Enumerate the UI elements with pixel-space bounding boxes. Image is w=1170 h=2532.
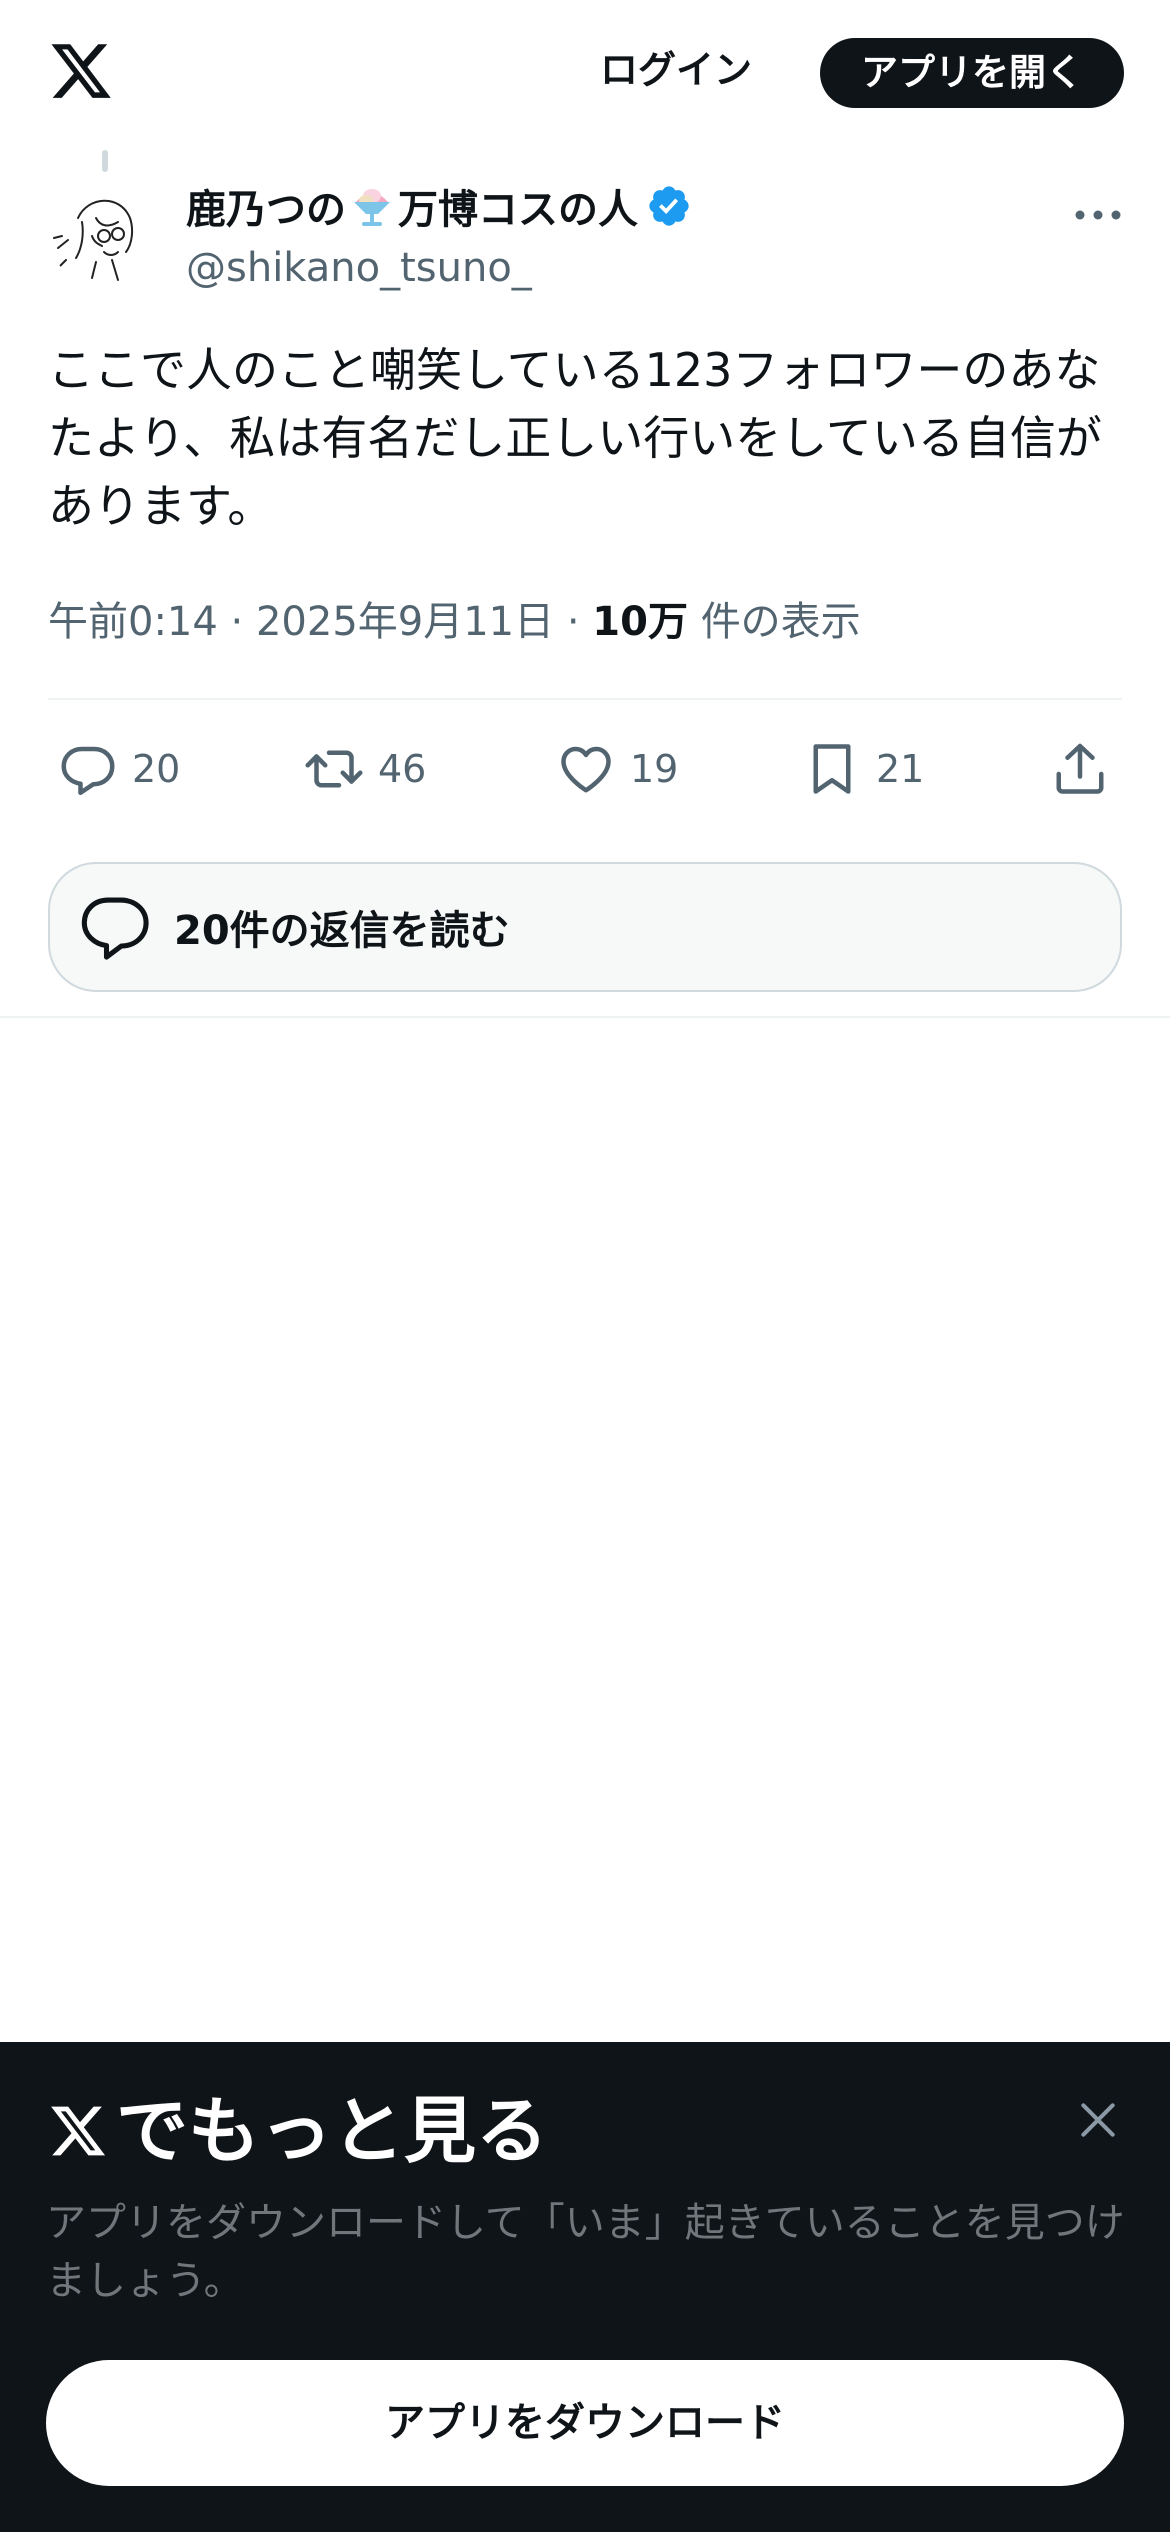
app-promo-sheet: でもっと見る アプリをダウンロードして「いま」起きていることを見つけましょう。 … xyxy=(0,2042,1170,2532)
repost-count: 46 xyxy=(378,747,427,791)
display-name-row[interactable]: 鹿乃つの 万博コスの人 xyxy=(186,176,692,236)
bookmark-count: 21 xyxy=(876,747,925,791)
tweet-date[interactable]: 2025年9月11日 xyxy=(256,599,554,645)
reply-count: 20 xyxy=(132,747,181,791)
bookmark-icon xyxy=(813,744,851,794)
views-label: 件の表示 xyxy=(700,599,861,645)
speech-bubble-icon xyxy=(81,897,149,960)
parfait-emoji-icon xyxy=(354,189,390,226)
display-name-part2: 万博コスの人 xyxy=(398,187,638,233)
read-replies-label: 20件の返信を読む xyxy=(174,908,510,954)
x-logo-icon xyxy=(51,2106,106,2156)
verified-badge-icon xyxy=(649,186,689,226)
display-name-part1: 鹿乃つの xyxy=(186,187,346,233)
user-handle[interactable]: @shikano_tsuno_ xyxy=(186,240,532,296)
login-link[interactable]: ログイン xyxy=(600,42,752,98)
download-app-button[interactable]: アプリをダウンロード xyxy=(46,2360,1124,2486)
close-icon[interactable] xyxy=(1076,2098,1120,2142)
sheet-title-row: でもっと見る xyxy=(46,2086,548,2176)
meta-separator: · xyxy=(230,599,244,645)
x-logo-icon[interactable] xyxy=(46,38,116,104)
sheet-title: でもっと見る xyxy=(116,2089,549,2173)
more-options-icon[interactable] xyxy=(1070,200,1126,230)
thread-line xyxy=(102,150,108,172)
avatar[interactable] xyxy=(48,178,156,286)
bookmark-button[interactable]: 21 xyxy=(802,734,924,804)
read-replies-button[interactable]: 20件の返信を読む xyxy=(48,862,1122,992)
views-count: 10万 xyxy=(592,599,688,645)
share-button[interactable] xyxy=(1050,734,1124,804)
sheet-subtitle: アプリをダウンロードして「いま」起きていることを見つけましょう。 xyxy=(46,2200,1125,2304)
top-bar: ログイン アプリを開く xyxy=(0,0,1170,140)
tweet-time[interactable]: 午前0:14 xyxy=(48,599,218,645)
divider xyxy=(48,698,1122,700)
like-button[interactable]: 19 xyxy=(556,734,678,804)
divider xyxy=(0,1016,1170,1018)
tweet-meta: 午前0:14 · 2025年9月11日 · 10万 件の表示 xyxy=(48,590,861,654)
share-icon xyxy=(1056,743,1104,794)
page: ログイン アプリを開く 鹿乃つの 万博コスの人 @shikano_tsuno_ … xyxy=(0,0,1170,2532)
meta-separator: · xyxy=(566,599,580,645)
repost-icon xyxy=(305,750,363,788)
open-app-button[interactable]: アプリを開く xyxy=(820,38,1124,108)
reply-button[interactable]: 20 xyxy=(58,734,180,804)
avatar-sketch-icon xyxy=(53,199,134,281)
heart-icon xyxy=(561,746,611,793)
like-count: 19 xyxy=(630,747,679,791)
repost-button[interactable]: 46 xyxy=(304,734,426,804)
tweet-text: ここで人のこと嘲笑している123フォロワーのあなたより、私は有名だし正しい行いを… xyxy=(48,343,1102,533)
reply-icon xyxy=(61,746,115,795)
